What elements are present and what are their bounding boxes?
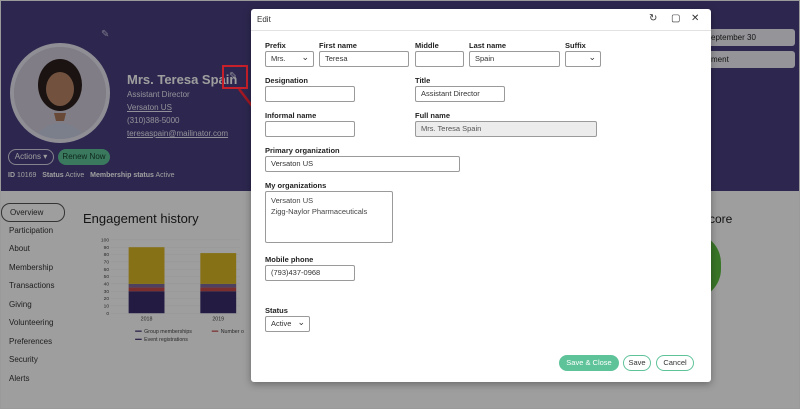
dialog-title: Edit bbox=[257, 15, 271, 24]
save-button[interactable]: Save bbox=[623, 355, 651, 371]
my-orgs-item[interactable]: Versaton US bbox=[271, 195, 387, 206]
first-name-field[interactable]: Teresa bbox=[319, 51, 409, 67]
prefix-select[interactable]: Mrs. bbox=[265, 50, 314, 67]
save-close-button[interactable]: Save & Close bbox=[559, 355, 619, 371]
edit-dialog: Edit ↻ ▢ ✕ Prefix Mrs. First name Teresa… bbox=[251, 9, 711, 382]
mobile-phone-label: Mobile phone bbox=[265, 255, 314, 264]
mobile-phone-field[interactable]: (793)437-0968 bbox=[265, 265, 355, 281]
my-orgs-item[interactable]: Zigg-Naylor Pharmaceuticals bbox=[271, 206, 387, 217]
cancel-button[interactable]: Cancel bbox=[656, 355, 694, 371]
suffix-label: Suffix bbox=[565, 41, 586, 50]
last-name-label: Last name bbox=[469, 41, 507, 50]
my-orgs-list[interactable]: Versaton US Zigg-Naylor Pharmaceuticals bbox=[265, 191, 393, 243]
middle-field[interactable] bbox=[415, 51, 464, 67]
designation-label: Designation bbox=[265, 76, 308, 85]
prefix-label: Prefix bbox=[265, 41, 286, 50]
designation-field[interactable] bbox=[265, 86, 355, 102]
title-label: Title bbox=[415, 76, 431, 85]
close-icon[interactable]: ✕ bbox=[691, 13, 699, 24]
status-select[interactable]: Active bbox=[265, 315, 310, 332]
last-name-field[interactable]: Spain bbox=[469, 51, 560, 67]
full-name-field: Mrs. Teresa Spain bbox=[415, 121, 597, 137]
refresh-icon[interactable]: ↻ bbox=[649, 13, 657, 24]
app-frame: ✎ Mrs. Teresa Spain ✎ Assistant Director… bbox=[0, 0, 800, 409]
primary-org-label: Primary organization bbox=[265, 146, 340, 155]
status-field-label: Status bbox=[265, 306, 288, 315]
full-name-label: Full name bbox=[415, 111, 451, 120]
primary-org-field[interactable]: Versaton US bbox=[265, 156, 460, 172]
title-field[interactable]: Assistant Director bbox=[415, 86, 505, 102]
my-orgs-label: My organizations bbox=[265, 181, 327, 190]
maximize-icon[interactable]: ▢ bbox=[671, 13, 680, 24]
informal-name-field[interactable] bbox=[265, 121, 355, 137]
dialog-header: Edit ↻ ▢ ✕ bbox=[251, 9, 711, 31]
middle-label: Middle bbox=[415, 41, 439, 50]
informal-name-label: Informal name bbox=[265, 111, 317, 120]
first-name-label: First name bbox=[319, 41, 357, 50]
suffix-select[interactable] bbox=[565, 50, 601, 67]
